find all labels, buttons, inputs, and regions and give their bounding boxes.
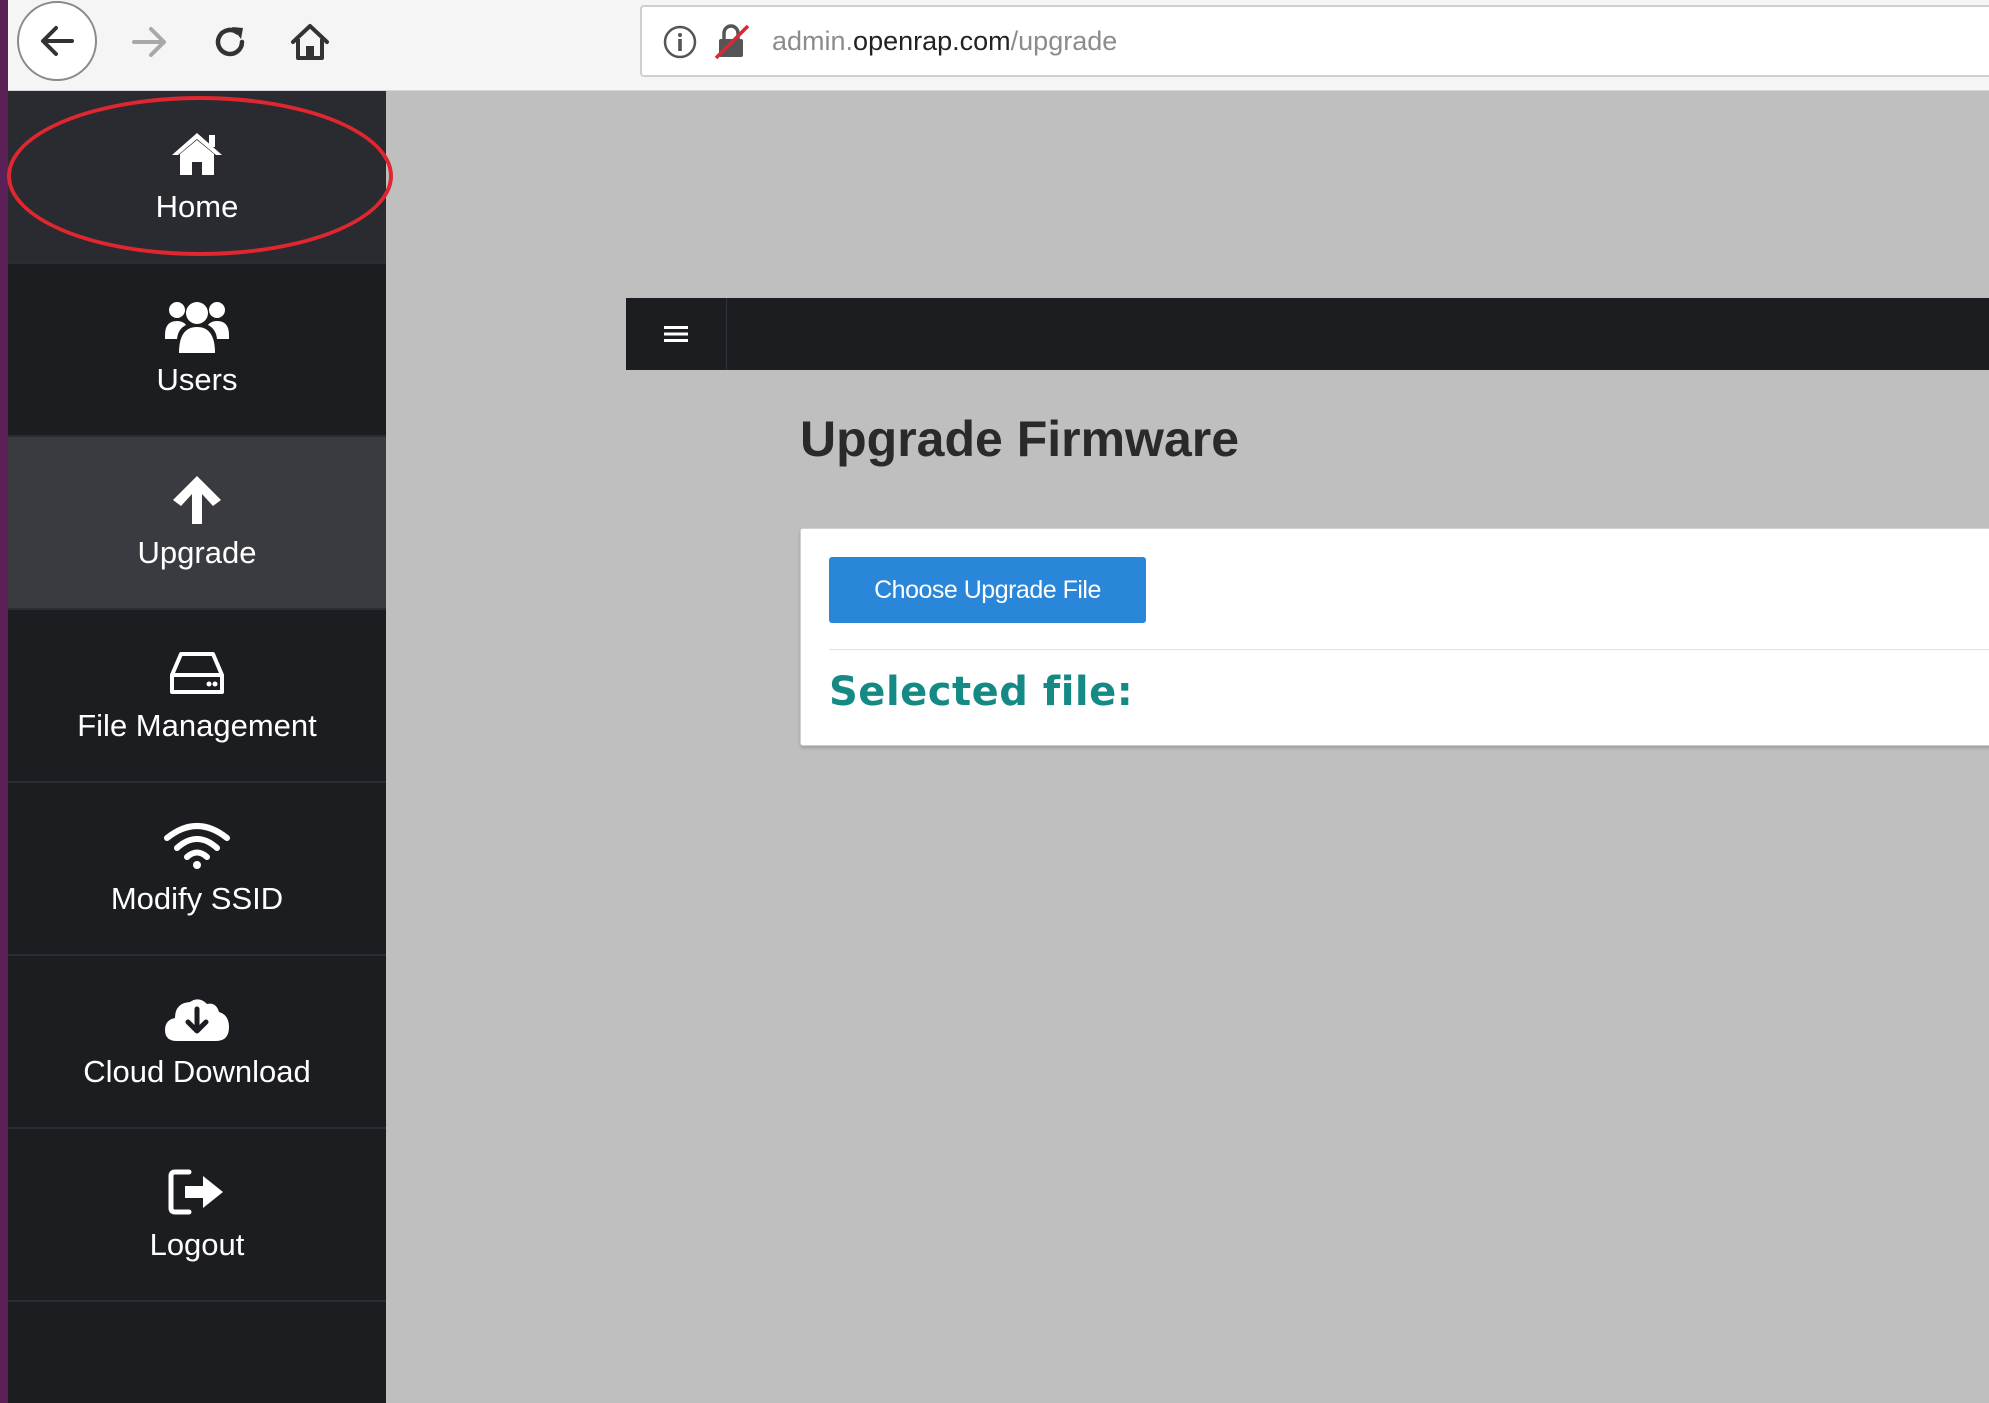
address-bar[interactable]: admin.openrap.com/upgrade [640,5,1989,77]
sidebar-item-cloud-download[interactable]: Cloud Download [8,956,386,1129]
upgrade-card: Choose Upgrade File Selected file: [800,528,1989,746]
reload-button[interactable] [198,0,262,84]
users-icon [165,302,229,353]
selected-file-label: Selected file: [829,669,1134,715]
sidebar-item-home[interactable]: Home [8,91,386,264]
insecure-lock-icon[interactable] [712,22,752,62]
sidebar-item-label: File Management [77,708,317,743]
url-path: /upgrade [1010,26,1118,56]
sidebar-item-upgrade[interactable]: Upgrade [8,437,386,610]
sidebar: Home Users Upgrade File Management Modif… [8,91,386,1403]
card-divider [829,649,1989,650]
forward-button[interactable] [118,0,182,84]
browser-home-button[interactable] [278,0,342,84]
sidebar-item-label: Home [155,189,239,224]
info-icon[interactable] [662,24,698,60]
sidebar-item-logout[interactable]: Logout [8,1129,386,1302]
url-prefix: admin. [772,26,854,56]
url-domain: openrap.com [853,26,1011,56]
wifi-icon [164,823,230,869]
sidebar-item-label: Users [156,362,238,397]
browser-toolbar: admin.openrap.com/upgrade [8,0,1989,91]
home-icon [172,133,222,175]
menu-toggle-button[interactable] [626,298,727,370]
sidebar-item-file-management[interactable]: File Management [8,610,386,783]
sidebar-item-users[interactable]: Users [8,264,386,437]
back-button[interactable] [17,1,97,81]
hamburger-icon [664,326,688,342]
reload-icon [215,27,245,57]
sidebar-item-label: Cloud Download [83,1054,311,1089]
arrow-up-icon [173,476,221,524]
cloud-download-icon [165,999,229,1041]
top-navbar [626,298,1989,370]
choose-upgrade-file-button[interactable]: Choose Upgrade File [829,557,1146,623]
sidebar-item-modify-ssid[interactable]: Modify SSID [8,783,386,956]
page-title: Upgrade Firmware [800,411,1240,467]
arrow-left-icon [41,26,74,56]
sidebar-item-label: Upgrade [137,535,257,570]
sidebar-item-label: Logout [149,1227,245,1262]
hard-drive-icon [170,652,224,694]
desktop-edge [0,0,8,1403]
sidebar-item-label: Modify SSID [110,881,284,916]
home-outline-icon [291,24,329,60]
sign-out-icon [168,1169,223,1215]
arrow-right-icon [132,27,166,57]
url-text[interactable]: admin.openrap.com/upgrade [772,7,1117,75]
